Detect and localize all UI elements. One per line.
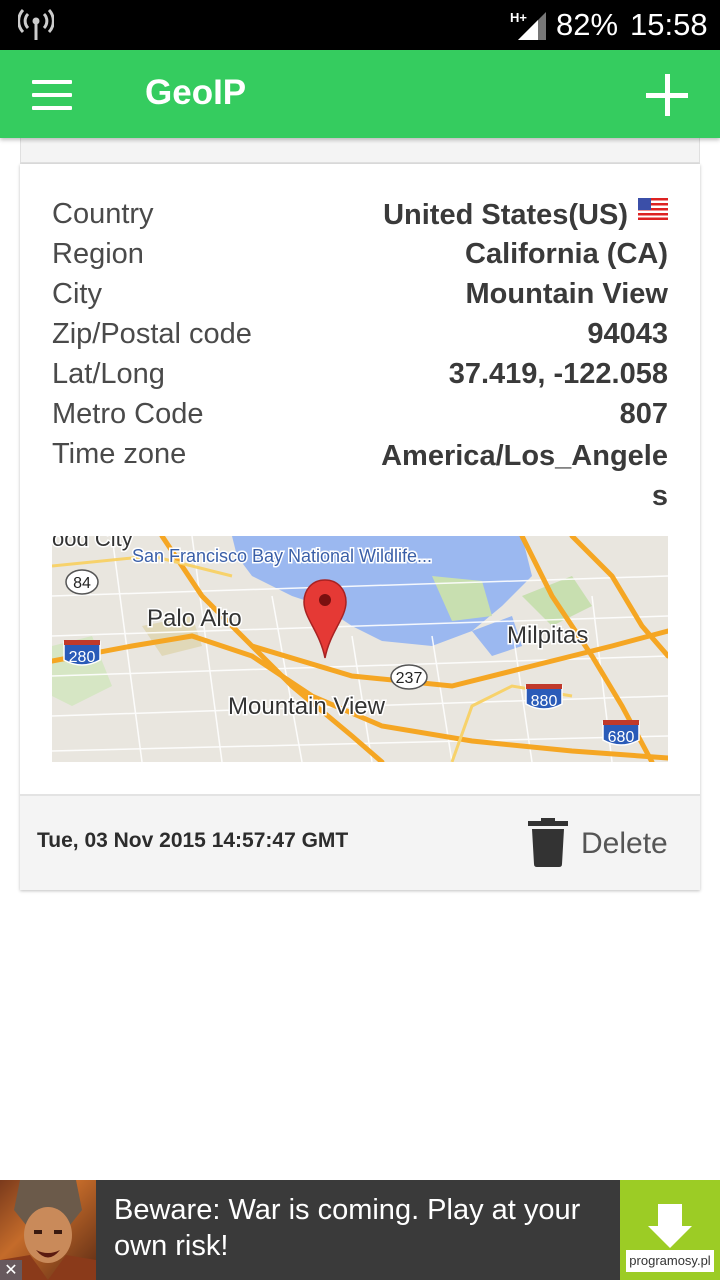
map-label-wildlife-refuge: San Francisco Bay National Wildlife... bbox=[132, 546, 432, 566]
country-value: United States(US) bbox=[383, 199, 628, 231]
info-row-country: Country United States(US) bbox=[52, 198, 668, 238]
info-row-region: Region California (CA) bbox=[52, 238, 668, 278]
battery-level: 82% bbox=[556, 7, 619, 42]
ad-watermark: programosy.pl bbox=[626, 1250, 714, 1272]
ad-text: Beware: War is coming. Play at your own … bbox=[114, 1194, 581, 1262]
map-label-redwood-city: ood City bbox=[52, 536, 133, 551]
delete-label: Delete bbox=[581, 827, 668, 860]
highway-880-label: 880 bbox=[531, 693, 558, 710]
hamburger-menu-icon[interactable] bbox=[32, 80, 72, 110]
card-footer: Tue, 03 Nov 2015 14:57:47 GMT Delete bbox=[20, 794, 700, 890]
delete-button[interactable]: Delete bbox=[526, 818, 696, 870]
trash-icon bbox=[528, 818, 568, 867]
signal-strength-icon: H+ bbox=[510, 10, 546, 40]
geoip-record-card: Country United States(US) Region Califor… bbox=[20, 164, 700, 890]
map-label-milpitas: Milpitas bbox=[507, 622, 588, 649]
info-value: California (CA) bbox=[465, 238, 668, 270]
highway-280-label: 280 bbox=[69, 649, 96, 666]
app-title: GeoIP bbox=[145, 73, 247, 112]
highway-84-label: 84 bbox=[73, 575, 91, 592]
previous-card-edge bbox=[20, 138, 700, 164]
info-row-latlong: Lat/Long 37.419, -122.058 bbox=[52, 358, 668, 398]
info-value: 37.419, -122.058 bbox=[448, 358, 668, 390]
location-map[interactable]: 84 280 237 880 680 ood City San Francisc… bbox=[52, 536, 668, 762]
info-label: Region bbox=[52, 238, 144, 270]
info-label: Time zone bbox=[52, 438, 187, 470]
us-flag-icon bbox=[638, 198, 668, 220]
info-label: City bbox=[52, 278, 102, 310]
app-bar: GeoIP bbox=[0, 50, 720, 138]
clock: 15:58 bbox=[630, 7, 708, 42]
info-row-metro: Metro Code 807 bbox=[52, 398, 668, 438]
info-value: Mountain View bbox=[465, 278, 668, 310]
info-value: 94043 bbox=[587, 318, 668, 350]
ad-game-thumbnail[interactable]: ✕ bbox=[0, 1180, 96, 1280]
map-label-mountain-view: Mountain View bbox=[228, 693, 386, 720]
ad-close-icon[interactable]: ✕ bbox=[0, 1260, 22, 1280]
info-row-city: City Mountain View bbox=[52, 278, 668, 318]
info-value: 807 bbox=[619, 398, 668, 430]
info-label: Lat/Long bbox=[52, 358, 165, 390]
record-timestamp: Tue, 03 Nov 2015 14:57:47 GMT bbox=[37, 829, 349, 852]
ad-banner[interactable]: ✕ Beware: War is coming. Play at your ow… bbox=[0, 1180, 720, 1280]
info-label: Country bbox=[52, 198, 154, 230]
info-value-timezone: America/Los_Angeles bbox=[381, 440, 668, 512]
map-label-palo-alto: Palo Alto bbox=[147, 605, 242, 632]
status-bar: H+ 82% 15:58 bbox=[0, 0, 720, 50]
info-label: Metro Code bbox=[52, 398, 204, 430]
network-type-label: H+ bbox=[510, 10, 527, 25]
info-value-country: United States(US) bbox=[383, 198, 668, 232]
info-label: Zip/Postal code bbox=[52, 318, 252, 350]
plus-icon[interactable] bbox=[646, 74, 688, 116]
info-row-zip: Zip/Postal code 94043 bbox=[52, 318, 668, 358]
highway-237-label: 237 bbox=[396, 670, 423, 687]
antenna-icon bbox=[18, 8, 54, 40]
highway-680-label: 680 bbox=[608, 729, 635, 746]
